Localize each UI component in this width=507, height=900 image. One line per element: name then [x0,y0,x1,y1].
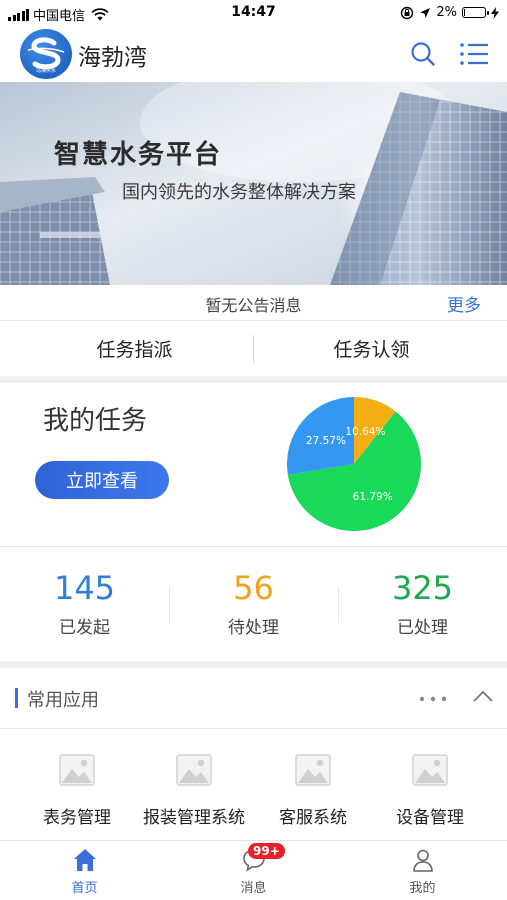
task-claim-button[interactable]: 任务认领 [245,335,498,362]
app-header: 乌海供水 海勃湾 [0,26,507,82]
status-bar: 中国电信 14:47 2% [0,0,507,26]
stat-label: 已发起 [59,618,110,638]
battery-icon [462,7,489,18]
logo-text: 乌海供水 [36,67,56,74]
common-apps-title: 常用应用 [27,690,99,711]
image-placeholder-icon [412,754,448,786]
stat-label: 待处理 [228,618,279,638]
view-now-button[interactable]: 立即查看 [35,461,169,499]
menu-list-icon[interactable] [458,39,490,69]
logo-mark: 乌海供水 [27,37,65,74]
brand-logo: 乌海供水 [20,29,72,79]
battery-percent: 2% [436,5,457,20]
task-assign-button[interactable]: 任务指派 [8,335,261,362]
pie-data-label: 27.57% [306,435,346,447]
image-placeholder-icon [59,754,95,786]
app-meter-management[interactable]: 表务管理 [14,750,140,828]
banner-subtitle: 国内领先的水务整体解决方案 [122,182,356,203]
message-badge: 99+ [248,843,285,859]
pie-data-label: 10.64% [345,426,385,438]
notice-text: 暂无公告消息 [205,296,302,315]
pie-data-label: 61.79% [353,491,393,503]
tab-label: 首页 [71,881,98,896]
task-action-bar: 任务指派 任务认领 [0,321,507,376]
stat-value: 56 [233,569,274,607]
app-installation-system[interactable]: 报装管理系统 [131,750,257,828]
search-icon[interactable] [408,39,438,69]
notice-bar: 暂无公告消息 更多 [0,285,507,320]
task-stats: 145 已发起 56 待处理 325 已处理 [0,547,507,661]
location-icon [420,7,431,18]
charging-icon [491,6,499,19]
banner-title: 智慧水务平台 [54,140,223,170]
section-gap [0,661,507,668]
stat-value: 145 [53,569,116,607]
app-equipment-management[interactable]: 设备管理 [367,750,493,828]
divider [0,728,507,729]
common-apps-header: 常用应用 [0,668,507,728]
tab-label: 消息 [240,881,267,896]
tab-profile[interactable]: 我的 [338,847,507,896]
tab-home[interactable]: 首页 [0,847,169,896]
user-icon [412,849,433,872]
stat-pending[interactable]: 56 待处理 [169,569,338,638]
app-name: 海勃湾 [78,45,147,71]
orientation-lock-icon [401,6,414,19]
stat-processed[interactable]: 325 已处理 [338,569,507,638]
status-right: 2% [400,5,499,20]
app-label: 报装管理系统 [143,808,245,828]
section-accent-bar [15,688,18,708]
my-tasks-title: 我的任务 [43,406,148,436]
image-placeholder-icon [176,754,212,786]
app-label: 设备管理 [396,808,464,828]
notice-more-link[interactable]: 更多 [447,291,481,316]
stat-label: 已处理 [397,618,448,638]
stat-initiated[interactable]: 145 已发起 [0,569,169,638]
image-placeholder-icon [295,754,331,786]
my-tasks-card: 我的任务 立即查看 10.64% 61.79% 27.57% [0,383,507,546]
app-customer-service[interactable]: 客服系统 [250,750,376,828]
task-pie-chart: 10.64% 61.79% 27.57% [287,397,421,531]
chevron-up-icon[interactable] [472,688,494,704]
app-label: 客服系统 [279,808,347,828]
stat-value: 325 [391,569,454,607]
hero-banner[interactable]: 智慧水务平台 国内领先的水务整体解决方案 [0,82,507,285]
common-apps-section: 常用应用 表务管理 报装管理系统 客服系统 设备管理 [0,668,507,840]
app-label: 表务管理 [43,808,111,828]
home-icon [73,849,96,871]
bottom-tab-bar: 首页 消息 99+ 我的 [0,840,507,900]
more-dots-icon[interactable] [418,696,448,702]
section-gap [0,376,507,383]
tab-label: 我的 [409,881,436,896]
